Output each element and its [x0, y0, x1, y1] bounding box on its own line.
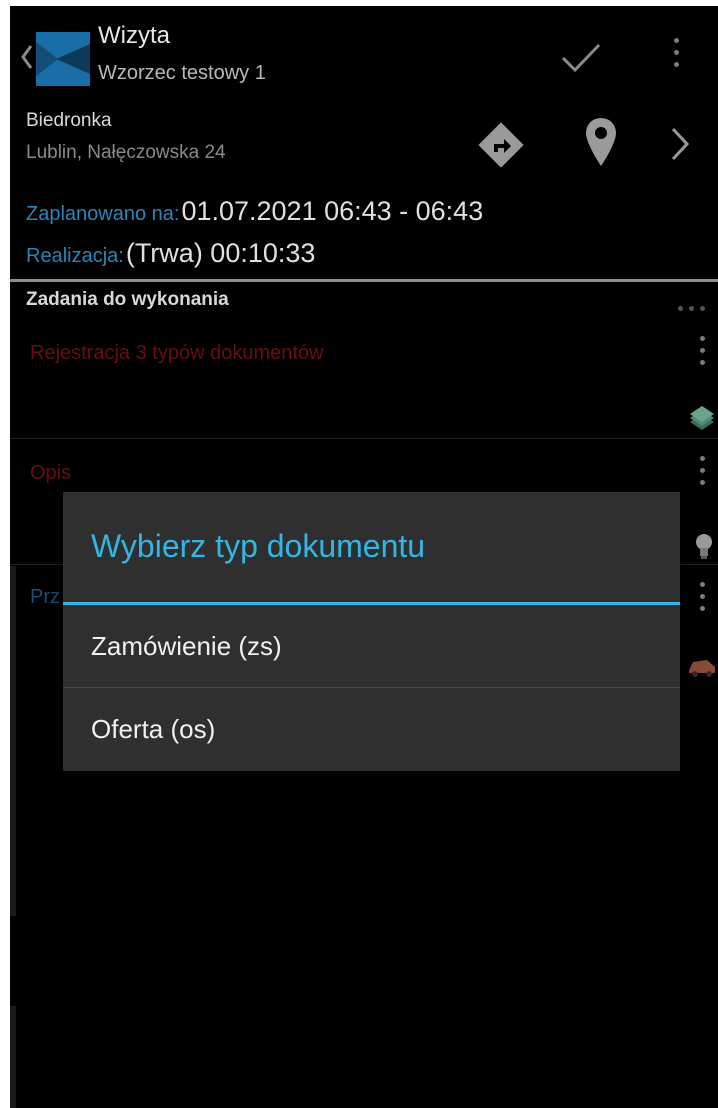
document-stack-icon — [690, 406, 714, 430]
document-type-dialog: Wybierz typ dokumentu Zamówienie (zs) Of… — [63, 492, 680, 771]
directions-icon[interactable] — [476, 120, 526, 170]
realization-row: Realizacja:(Trwa) 00:10:33 — [26, 238, 315, 269]
planned-value: 01.07.2021 06:43 - 06:43 — [181, 196, 484, 226]
section-more-icon[interactable] — [678, 298, 711, 316]
task-item-title[interactable]: Prz — [30, 586, 60, 609]
realization-label: Realizacja: — [26, 245, 124, 267]
option-label: Zamówienie (zs) — [91, 631, 282, 661]
dialog-title: Wybierz typ dokumentu — [91, 528, 426, 564]
chevron-right-icon[interactable] — [668, 126, 692, 162]
visit-template-name: Wzorzec testowy 1 — [98, 62, 266, 84]
checkmark-icon[interactable] — [560, 42, 602, 74]
task-menu-icon[interactable] — [700, 456, 705, 486]
task-menu-icon[interactable] — [700, 582, 705, 612]
option-order[interactable]: Zamówienie (zs) — [63, 605, 680, 687]
map-pin-icon[interactable] — [584, 116, 618, 168]
phone-screen: Wizyta Wzorzec testowy 1 Biedronka Lubli… — [10, 6, 718, 1108]
task-item-title[interactable]: Opis — [30, 462, 71, 485]
task-menu-icon[interactable] — [700, 336, 705, 366]
option-offer[interactable]: Oferta (os) — [63, 688, 680, 770]
client-address: Lublin, Nałęczowska 24 — [26, 142, 226, 163]
tasks-section-header: Zadania do wykonania — [26, 289, 229, 310]
header-divider — [10, 279, 718, 282]
car-icon — [689, 660, 715, 677]
screen-title: Wizyta — [98, 22, 170, 49]
client-name: Biedronka — [26, 110, 112, 131]
task-item-title[interactable]: Rejestracja 3 typów dokumentów — [30, 342, 323, 365]
left-edge-shade — [10, 1006, 16, 1108]
task-divider — [10, 438, 718, 439]
planned-label: Zaplanowano na: — [26, 203, 180, 225]
lightbulb-icon — [696, 534, 712, 559]
left-edge-shade — [10, 566, 16, 916]
back-chevron-icon[interactable] — [20, 42, 34, 72]
app-logo-icon — [36, 32, 90, 86]
overflow-menu-icon[interactable] — [674, 38, 679, 68]
option-label: Oferta (os) — [91, 714, 216, 744]
realization-value: (Trwa) 00:10:33 — [125, 238, 316, 268]
planned-row: Zaplanowano na:01.07.2021 06:43 - 06:43 — [26, 196, 483, 227]
